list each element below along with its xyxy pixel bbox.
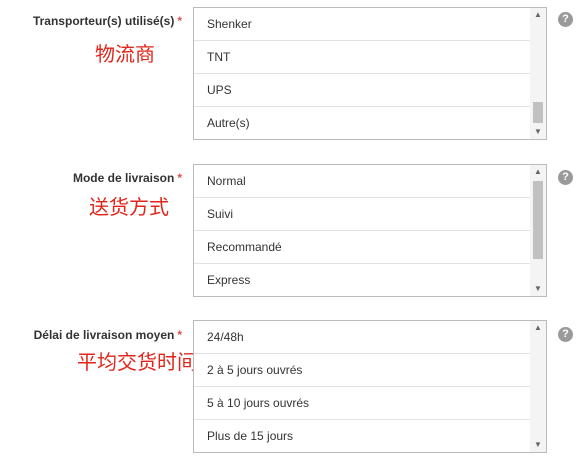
option-15-plus-days[interactable]: Plus de 15 jours: [194, 420, 530, 452]
scroll-up-icon[interactable]: ▲: [530, 165, 546, 179]
delivery-time-listbox[interactable]: 24/48h 2 à 5 jours ouvrés 5 à 10 jours o…: [193, 320, 547, 453]
delivery-mode-scrollbar[interactable]: ▲ ▼: [530, 165, 546, 296]
scrollbar-thumb[interactable]: [533, 102, 543, 123]
option-shenker[interactable]: Shenker: [194, 8, 530, 41]
delivery-time-options: 24/48h 2 à 5 jours ouvrés 5 à 10 jours o…: [194, 321, 530, 452]
carrier-options: Shenker TNT UPS Autre(s): [194, 8, 530, 139]
option-5-10-days[interactable]: 5 à 10 jours ouvrés: [194, 387, 530, 420]
carrier-scrollbar[interactable]: ▲ ▼: [530, 8, 546, 139]
delivery-form: Transporteur(s) utilisé(s) * 物流商 Shenker …: [0, 0, 587, 464]
delivery-time-label-text: Délai de livraison moyen: [33, 328, 175, 342]
option-other[interactable]: Autre(s): [194, 107, 530, 139]
carrier-annotation: 物流商: [95, 42, 155, 66]
option-tnt[interactable]: TNT: [194, 41, 530, 74]
carrier-listbox[interactable]: Shenker TNT UPS Autre(s) ▲ ▼: [193, 7, 547, 140]
scroll-down-icon[interactable]: ▼: [530, 282, 546, 296]
scroll-up-icon[interactable]: ▲: [530, 321, 546, 335]
option-normal[interactable]: Normal: [194, 165, 530, 198]
delivery-mode-label: Mode de livraison *: [73, 171, 182, 185]
help-icon[interactable]: ?: [558, 327, 573, 342]
option-registered[interactable]: Recommandé: [194, 231, 530, 264]
required-mark: *: [177, 171, 182, 185]
required-mark: *: [177, 14, 182, 28]
carrier-label-text: Transporteur(s) utilisé(s): [32, 14, 175, 28]
delivery-mode-listbox[interactable]: Normal Suivi Recommandé Express ▲ ▼: [193, 164, 547, 297]
delivery-time-scrollbar[interactable]: ▲ ▼: [530, 321, 546, 452]
delivery-mode-label-text: Mode de livraison: [72, 171, 175, 185]
help-icon[interactable]: ?: [558, 170, 573, 185]
option-tracked[interactable]: Suivi: [194, 198, 530, 231]
delivery-time-annotation: 平均交货时间: [77, 350, 197, 374]
option-express[interactable]: Express: [194, 264, 530, 296]
help-icon[interactable]: ?: [558, 12, 573, 27]
required-mark: *: [177, 328, 182, 342]
scroll-down-icon[interactable]: ▼: [530, 438, 546, 452]
scrollbar-thumb[interactable]: [533, 181, 543, 259]
carrier-label: Transporteur(s) utilisé(s) *: [33, 14, 182, 28]
scroll-up-icon[interactable]: ▲: [530, 8, 546, 22]
delivery-mode-annotation: 送货方式: [89, 195, 169, 219]
option-2-5-days[interactable]: 2 à 5 jours ouvrés: [194, 354, 530, 387]
option-ups[interactable]: UPS: [194, 74, 530, 107]
scroll-down-icon[interactable]: ▼: [530, 125, 546, 139]
delivery-time-label: Délai de livraison moyen *: [34, 328, 182, 342]
delivery-mode-options: Normal Suivi Recommandé Express: [194, 165, 530, 296]
option-24-48h[interactable]: 24/48h: [194, 321, 530, 354]
